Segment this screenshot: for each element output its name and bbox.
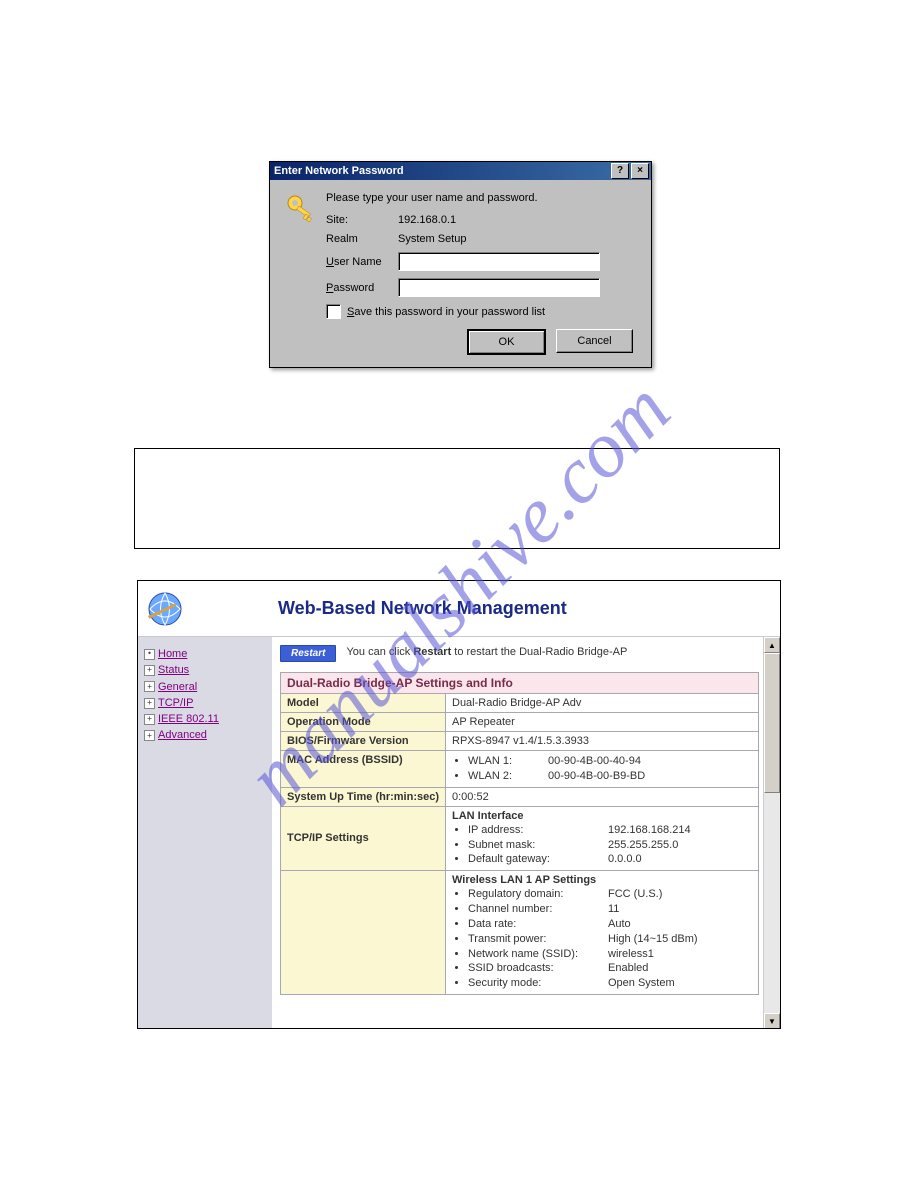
settings-table: Dual-Radio Bridge-AP Settings and Info M… [280, 672, 759, 995]
username-label: User Name [326, 256, 398, 268]
crescent-icon [192, 594, 222, 624]
model-value: Dual-Radio Bridge-AP Adv [446, 694, 759, 713]
close-icon: × [637, 166, 643, 176]
bios-label: BIOS/Firmware Version [281, 732, 446, 751]
tcpip-value: LAN Interface IP address:192.168.168.214… [446, 806, 759, 871]
password-dialog: Enter Network Password ? × Please type y… [269, 161, 652, 368]
panel-header: Web-Based Network Management [138, 581, 780, 637]
sidebar-link[interactable]: Advanced [158, 728, 207, 742]
scroll-thumb[interactable] [764, 653, 780, 793]
dialog-prompt: Please type your user name and password. [326, 192, 637, 204]
realm-value: System Setup [398, 233, 466, 245]
sidebar-item-tcpip[interactable]: +TCP/IP [144, 696, 266, 710]
help-button[interactable]: ? [611, 163, 629, 179]
site-label: Site: [326, 214, 398, 226]
plus-icon: + [144, 665, 155, 676]
dialog-titlebar: Enter Network Password ? × [270, 162, 651, 180]
key-icon [284, 192, 316, 224]
panel-title: Web-Based Network Management [228, 598, 780, 619]
table-row: Wireless LAN 1 AP Settings Regulatory do… [281, 871, 759, 995]
site-value: 192.168.0.1 [398, 214, 456, 226]
password-input[interactable] [398, 278, 600, 297]
mac-value: WLAN 1:00-90-4B-00-40-94 WLAN 2:00-90-4B… [446, 751, 759, 788]
management-panel: Web-Based Network Management •Home +Stat… [137, 580, 781, 1029]
save-password-label: Save this password in your password list [347, 306, 545, 318]
tcpip-label: TCP/IP Settings [281, 806, 446, 871]
sidebar-item-status[interactable]: +Status [144, 663, 266, 677]
sidebar-link[interactable]: Status [158, 663, 189, 677]
sidebar-item-home[interactable]: •Home [144, 647, 266, 661]
plus-icon: + [144, 730, 155, 741]
main-content: Restart You can click Restart to restart… [272, 637, 763, 1029]
vertical-scrollbar[interactable]: ▲ ▼ [763, 637, 780, 1029]
dialog-title: Enter Network Password [274, 165, 404, 177]
opmode-value: AP Repeater [446, 713, 759, 732]
table-row: Operation Mode AP Repeater [281, 713, 759, 732]
wlan-label [281, 871, 446, 995]
sidebar-item-advanced[interactable]: +Advanced [144, 728, 266, 742]
table-title: Dual-Radio Bridge-AP Settings and Info [281, 673, 759, 694]
save-password-checkbox[interactable] [326, 304, 341, 319]
table-row: MAC Address (BSSID) WLAN 1:00-90-4B-00-4… [281, 751, 759, 788]
cancel-button[interactable]: Cancel [556, 329, 633, 353]
wlan-value: Wireless LAN 1 AP Settings Regulatory do… [446, 871, 759, 995]
uptime-label: System Up Time (hr:min:sec) [281, 787, 446, 806]
opmode-label: Operation Mode [281, 713, 446, 732]
globe-logo-icon [144, 588, 186, 630]
sidebar-item-ieee[interactable]: +IEEE 802.11 [144, 712, 266, 726]
plus-icon: + [144, 714, 155, 725]
password-label: Password [326, 282, 398, 294]
mac-label: MAC Address (BSSID) [281, 751, 446, 788]
sidebar-item-general[interactable]: +General [144, 680, 266, 694]
bios-value: RPXS-8947 v1.4/1.5.3.3933 [446, 732, 759, 751]
close-button[interactable]: × [631, 163, 649, 179]
ok-button[interactable]: OK [467, 329, 546, 355]
scroll-down-icon[interactable]: ▼ [764, 1013, 780, 1029]
table-row: TCP/IP Settings LAN Interface IP address… [281, 806, 759, 871]
sidebar: •Home +Status +General +TCP/IP +IEEE 802… [138, 637, 272, 1029]
username-input[interactable] [398, 252, 600, 271]
uptime-value: 0:00:52 [446, 787, 759, 806]
sidebar-link[interactable]: General [158, 680, 197, 694]
table-row: BIOS/Firmware Version RPXS-8947 v1.4/1.5… [281, 732, 759, 751]
empty-box [134, 448, 780, 549]
restart-help-text: You can click Restart to restart the Dua… [346, 645, 627, 660]
realm-label: Realm [326, 233, 398, 245]
table-row: Model Dual-Radio Bridge-AP Adv [281, 694, 759, 713]
restart-button[interactable]: Restart [280, 645, 336, 662]
plus-icon: + [144, 698, 155, 709]
plus-icon: + [144, 681, 155, 692]
help-icon: ? [617, 166, 623, 176]
scroll-up-icon[interactable]: ▲ [764, 637, 780, 653]
model-label: Model [281, 694, 446, 713]
bullet-icon: • [144, 649, 155, 660]
sidebar-link[interactable]: IEEE 802.11 [158, 712, 219, 726]
sidebar-link[interactable]: Home [158, 647, 187, 661]
sidebar-link[interactable]: TCP/IP [158, 696, 193, 710]
table-row: System Up Time (hr:min:sec) 0:00:52 [281, 787, 759, 806]
